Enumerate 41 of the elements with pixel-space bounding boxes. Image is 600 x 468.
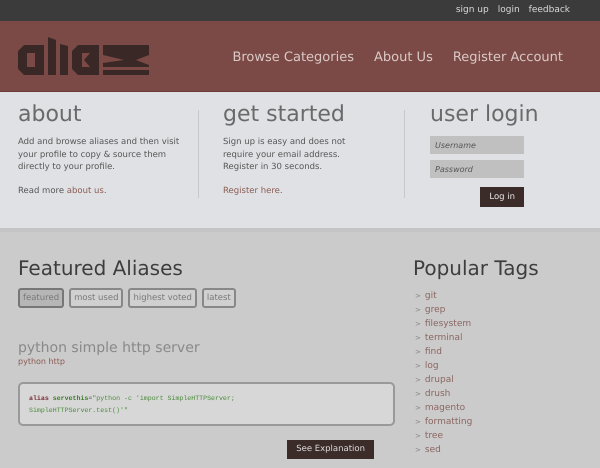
section-heading: Popular Tags bbox=[413, 256, 539, 280]
alias-tags[interactable]: python http bbox=[18, 356, 395, 368]
punctuation: . bbox=[280, 184, 283, 198]
username-field[interactable]: Username bbox=[430, 136, 524, 154]
tag-link[interactable]: filesystem bbox=[424, 318, 472, 332]
tag-link[interactable]: drupal bbox=[424, 374, 454, 388]
read-more-label: Read more bbox=[18, 184, 66, 198]
about-text: Add and browse aliases and then visit your profile to copy & source them directly to your profile. bbox=[18, 136, 180, 174]
tag-link[interactable]: tree bbox=[424, 430, 443, 444]
nav-link[interactable]: Register Account bbox=[452, 48, 563, 68]
about-link[interactable]: about us bbox=[66, 184, 104, 198]
top-link[interactable]: sign up bbox=[456, 4, 489, 18]
punctuation: . bbox=[104, 184, 107, 198]
logo-icon[interactable] bbox=[18, 37, 149, 75]
tag-link[interactable]: find bbox=[424, 346, 442, 360]
section-heading: user login bbox=[430, 102, 539, 128]
nav-link[interactable]: About Us bbox=[374, 48, 433, 68]
tag-link[interactable]: git bbox=[424, 290, 437, 304]
tag-link[interactable]: sed bbox=[424, 444, 441, 458]
explanation-button[interactable]: See Explanation bbox=[287, 440, 374, 459]
tag-link[interactable]: log bbox=[424, 360, 439, 374]
tag-link[interactable]: drush bbox=[424, 388, 450, 402]
top-link[interactable]: login bbox=[498, 4, 520, 18]
alias-title[interactable]: python simple http server bbox=[18, 340, 395, 356]
filter-tab[interactable]: highest voted bbox=[128, 288, 197, 308]
register-link[interactable]: Register here bbox=[223, 184, 280, 198]
top-link[interactable]: feedback bbox=[528, 4, 570, 18]
get-started-text: Sign up is easy and does not require your email address. Register in 30 seconds. bbox=[223, 136, 346, 174]
password-field[interactable]: Password bbox=[430, 160, 524, 178]
nav-link[interactable]: Browse Categories bbox=[232, 48, 354, 68]
section-heading: get started bbox=[223, 102, 346, 128]
tag-link[interactable]: terminal bbox=[424, 332, 462, 346]
filter-tab[interactable]: most used bbox=[69, 288, 124, 308]
tag-link[interactable]: formatting bbox=[424, 416, 472, 430]
tag-link[interactable]: magento bbox=[424, 402, 466, 416]
filter-tab[interactable]: featured bbox=[18, 288, 64, 308]
login-button[interactable]: Log in bbox=[480, 187, 524, 207]
section-heading: about bbox=[18, 102, 82, 128]
section-heading: Featured Aliases bbox=[18, 256, 184, 280]
filter-tab[interactable]: latest bbox=[202, 288, 236, 308]
tag-link[interactable]: grep bbox=[424, 304, 446, 318]
